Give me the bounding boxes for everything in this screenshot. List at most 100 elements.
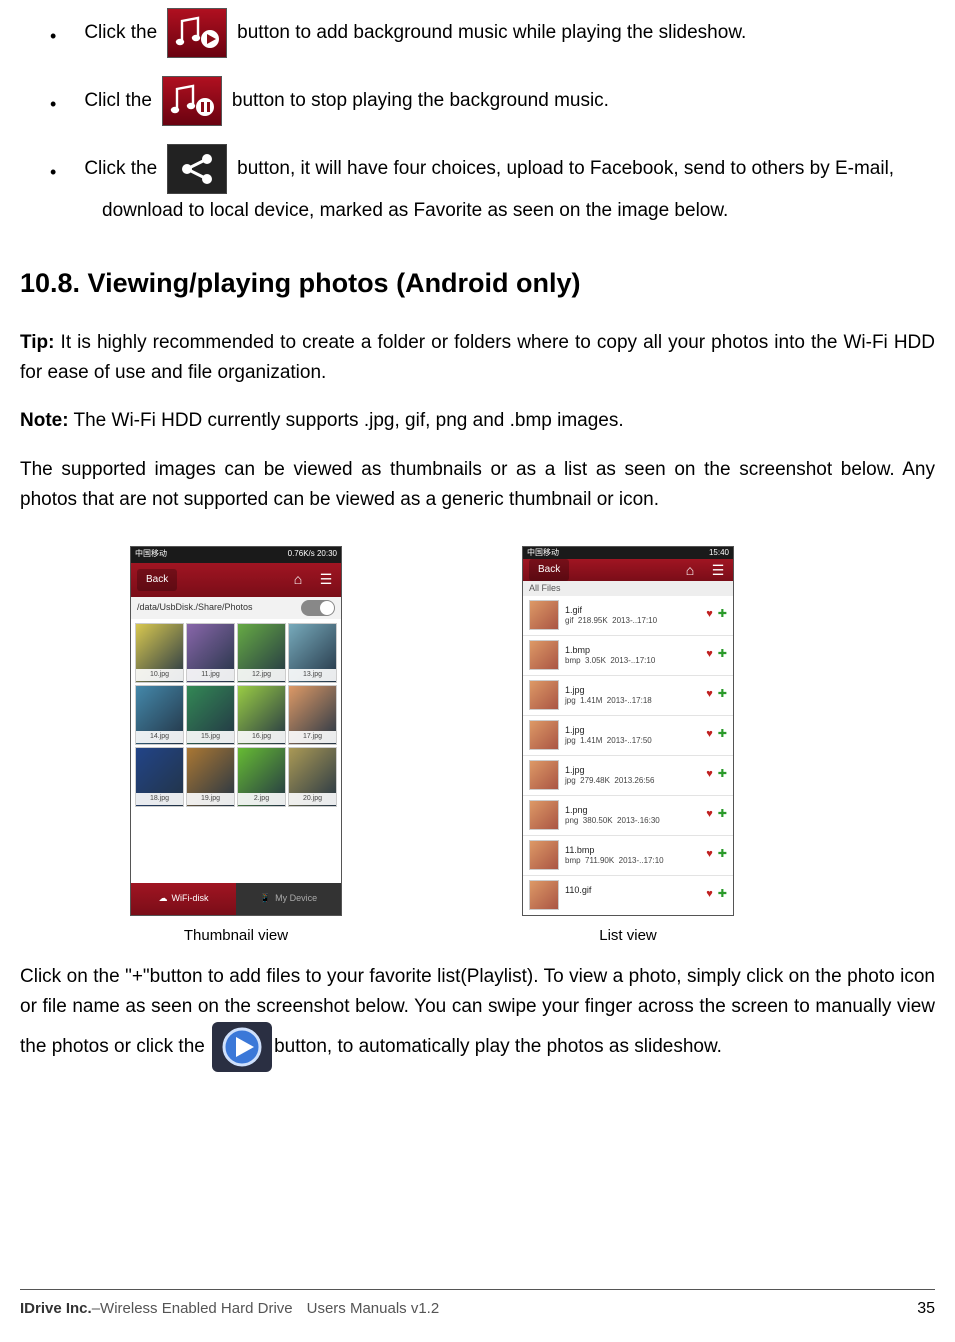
back-button[interactable]: Back — [529, 559, 569, 581]
path-bar: /data/UsbDisk./Share/Photos — [131, 597, 341, 619]
file-info: 1.jpgjpg 1.41M 2013-..17:50 — [565, 725, 700, 745]
list-item[interactable]: 1.gifgif 218.95K 2013-..17:10 ♥ ✚ — [523, 596, 733, 636]
file-info: 1.pngpng 380.50K 2013-.16:30 — [565, 805, 700, 825]
tab-my-device[interactable]: 📱 My Device — [236, 883, 341, 915]
list-icon[interactable]: ☰ — [709, 561, 727, 579]
section-heading: 10.8. Viewing/playing photos (Android on… — [20, 262, 935, 305]
bullet-dot: • — [50, 90, 56, 119]
list-icon[interactable]: ☰ — [317, 571, 335, 589]
file-thumbnail — [529, 840, 559, 870]
favorite-icon[interactable]: ♥ — [706, 726, 713, 744]
file-thumbnail — [529, 760, 559, 790]
list-item[interactable]: 1.jpgjpg 1.41M 2013-..17:50 ♥ ✚ — [523, 716, 733, 756]
file-info: 110.gif — [565, 885, 700, 905]
thumbnail-item[interactable]: 14.jpg — [135, 685, 184, 745]
footer-manual: Users Manuals v1.2 — [307, 1297, 440, 1321]
thumbnail-item[interactable]: 10.jpg — [135, 623, 184, 683]
favorite-icon[interactable]: ♥ — [706, 846, 713, 864]
app-top-bar: Back ⌂ ☰ — [131, 563, 341, 597]
add-icon[interactable]: ✚ — [718, 686, 727, 704]
tip-label: Tip: — [20, 332, 54, 353]
file-thumbnail — [529, 600, 559, 630]
bullet-dot: • — [50, 158, 56, 187]
para2-part-b: button, to automatically play the photos… — [274, 1036, 722, 1057]
page-footer: IDrive Inc.–Wireless Enabled Hard Drive … — [20, 1289, 935, 1322]
phone-thumbnail-view: 中国移动 0.76K/s 20:30 Back ⌂ ☰ /data/UsbDis… — [130, 546, 342, 916]
page-number: 35 — [917, 1296, 935, 1322]
thumbnail-item[interactable]: 20.jpg — [288, 747, 337, 807]
file-thumbnail — [529, 680, 559, 710]
footer-product: –Wireless Enabled Hard Drive — [92, 1300, 293, 1317]
note-text: The Wi-Fi HDD currently supports .jpg, g… — [74, 410, 624, 431]
thumbnail-item[interactable]: 13.jpg — [288, 623, 337, 683]
thumbnail-item[interactable]: 18.jpg — [135, 747, 184, 807]
note-paragraph: Note: The Wi-Fi HDD currently supports .… — [20, 406, 935, 436]
bullet-text-pre: Click the — [84, 18, 157, 48]
bullet-item-3: • Click the button, it will have four ch… — [50, 144, 935, 194]
music-pause-icon — [162, 76, 222, 126]
favorite-icon[interactable]: ♥ — [706, 606, 713, 624]
bullet-list: • Click the button to add background mus… — [20, 8, 935, 194]
tab-wifi-disk[interactable]: ☁ WiFi-disk — [131, 883, 236, 915]
bottom-tabs: ☁ WiFi-disk 📱 My Device — [131, 883, 341, 915]
add-icon[interactable]: ✚ — [718, 806, 727, 824]
thumbnail-item[interactable]: 15.jpg — [186, 685, 235, 745]
list-view-figure: 中国移动 15:40 Back ⌂ ☰ All Files 1.gifgif 2… — [522, 546, 734, 948]
play-button-icon — [212, 1022, 272, 1072]
file-info: 1.jpgjpg 279.48K 2013.26:56 — [565, 765, 700, 785]
favorite-icon[interactable]: ♥ — [706, 766, 713, 784]
list-item[interactable]: 1.pngpng 380.50K 2013-.16:30 ♥ ✚ — [523, 796, 733, 836]
status-right-text: 15:40 — [709, 547, 729, 560]
list-item[interactable]: 110.gif ♥ ✚ — [523, 876, 733, 916]
home-icon[interactable]: ⌂ — [681, 561, 699, 579]
back-button[interactable]: Back — [137, 569, 177, 591]
list-item[interactable]: 11.bmpbmp 711.90K 2013-..17:10 ♥ ✚ — [523, 836, 733, 876]
thumbnail-item[interactable]: 19.jpg — [186, 747, 235, 807]
list-item[interactable]: 1.jpgjpg 279.48K 2013.26:56 ♥ ✚ — [523, 756, 733, 796]
file-thumbnail — [529, 800, 559, 830]
bullet-text-post: button, it will have four choices, uploa… — [237, 154, 894, 184]
favorite-icon[interactable]: ♥ — [706, 806, 713, 824]
file-info: 11.bmpbmp 711.90K 2013-..17:10 — [565, 845, 700, 865]
body-paragraph-2: Click on the "+"button to add files to y… — [20, 962, 935, 1073]
bullet-dot: • — [50, 22, 56, 51]
thumbnail-view-figure: 中国移动 0.76K/s 20:30 Back ⌂ ☰ /data/UsbDis… — [130, 546, 342, 948]
thumbnail-item[interactable]: 16.jpg — [237, 685, 286, 745]
add-icon[interactable]: ✚ — [718, 726, 727, 744]
list-item[interactable]: 1.jpgjpg 1.41M 2013-..17:18♥✚ — [523, 676, 733, 716]
home-icon[interactable]: ⌂ — [289, 571, 307, 589]
file-list: 1.gifgif 218.95K 2013-..17:10♥✚1.bmpbmp … — [523, 596, 733, 916]
thumbnail-item[interactable]: 11.jpg — [186, 623, 235, 683]
list-header: All Files — [523, 581, 733, 595]
carrier-text: 中国移动 — [527, 547, 559, 560]
footer-company: IDrive Inc. — [20, 1300, 92, 1317]
tip-text: It is highly recommended to create a fol… — [20, 332, 935, 383]
path-text: /data/UsbDisk./Share/Photos — [137, 600, 253, 614]
thumbnail-item[interactable]: 12.jpg — [237, 623, 286, 683]
thumbnail-item[interactable]: 17.jpg — [288, 685, 337, 745]
add-icon[interactable]: ✚ — [718, 846, 727, 864]
tip-paragraph: Tip: It is highly recommended to create … — [20, 328, 935, 389]
bullet-text-post: button to stop playing the background mu… — [232, 86, 609, 116]
app-top-bar: Back ⌂ ☰ — [523, 559, 733, 581]
add-icon[interactable]: ✚ — [718, 886, 727, 904]
favorite-icon[interactable]: ♥ — [706, 686, 713, 704]
bullet-item-1: • Click the button to add background mus… — [50, 8, 935, 58]
thumbnail-item[interactable]: 2.jpg — [237, 747, 286, 807]
add-icon[interactable]: ✚ — [718, 606, 727, 624]
screenshot-row: 中国移动 0.76K/s 20:30 Back ⌂ ☰ /data/UsbDis… — [130, 546, 935, 948]
file-thumbnail — [529, 720, 559, 750]
view-toggle[interactable] — [301, 600, 335, 616]
body-paragraph-1: The supported images can be viewed as th… — [20, 455, 935, 516]
add-icon[interactable]: ✚ — [718, 766, 727, 784]
note-label: Note: — [20, 410, 69, 431]
file-thumbnail — [529, 640, 559, 670]
carrier-text: 中国移动 — [135, 548, 167, 561]
list-item[interactable]: 1.bmpbmp 3.05K 2013-..17:10♥✚ — [523, 636, 733, 676]
add-icon[interactable]: ✚ — [718, 646, 727, 664]
file-info: 1.gifgif 218.95K 2013-..17:10 — [565, 605, 700, 625]
favorite-icon[interactable]: ♥ — [706, 646, 713, 664]
bullet-text-post: button to add background music while pla… — [237, 18, 746, 48]
favorite-icon[interactable]: ♥ — [706, 886, 713, 904]
bullet-text-pre: Clicl the — [84, 86, 152, 116]
